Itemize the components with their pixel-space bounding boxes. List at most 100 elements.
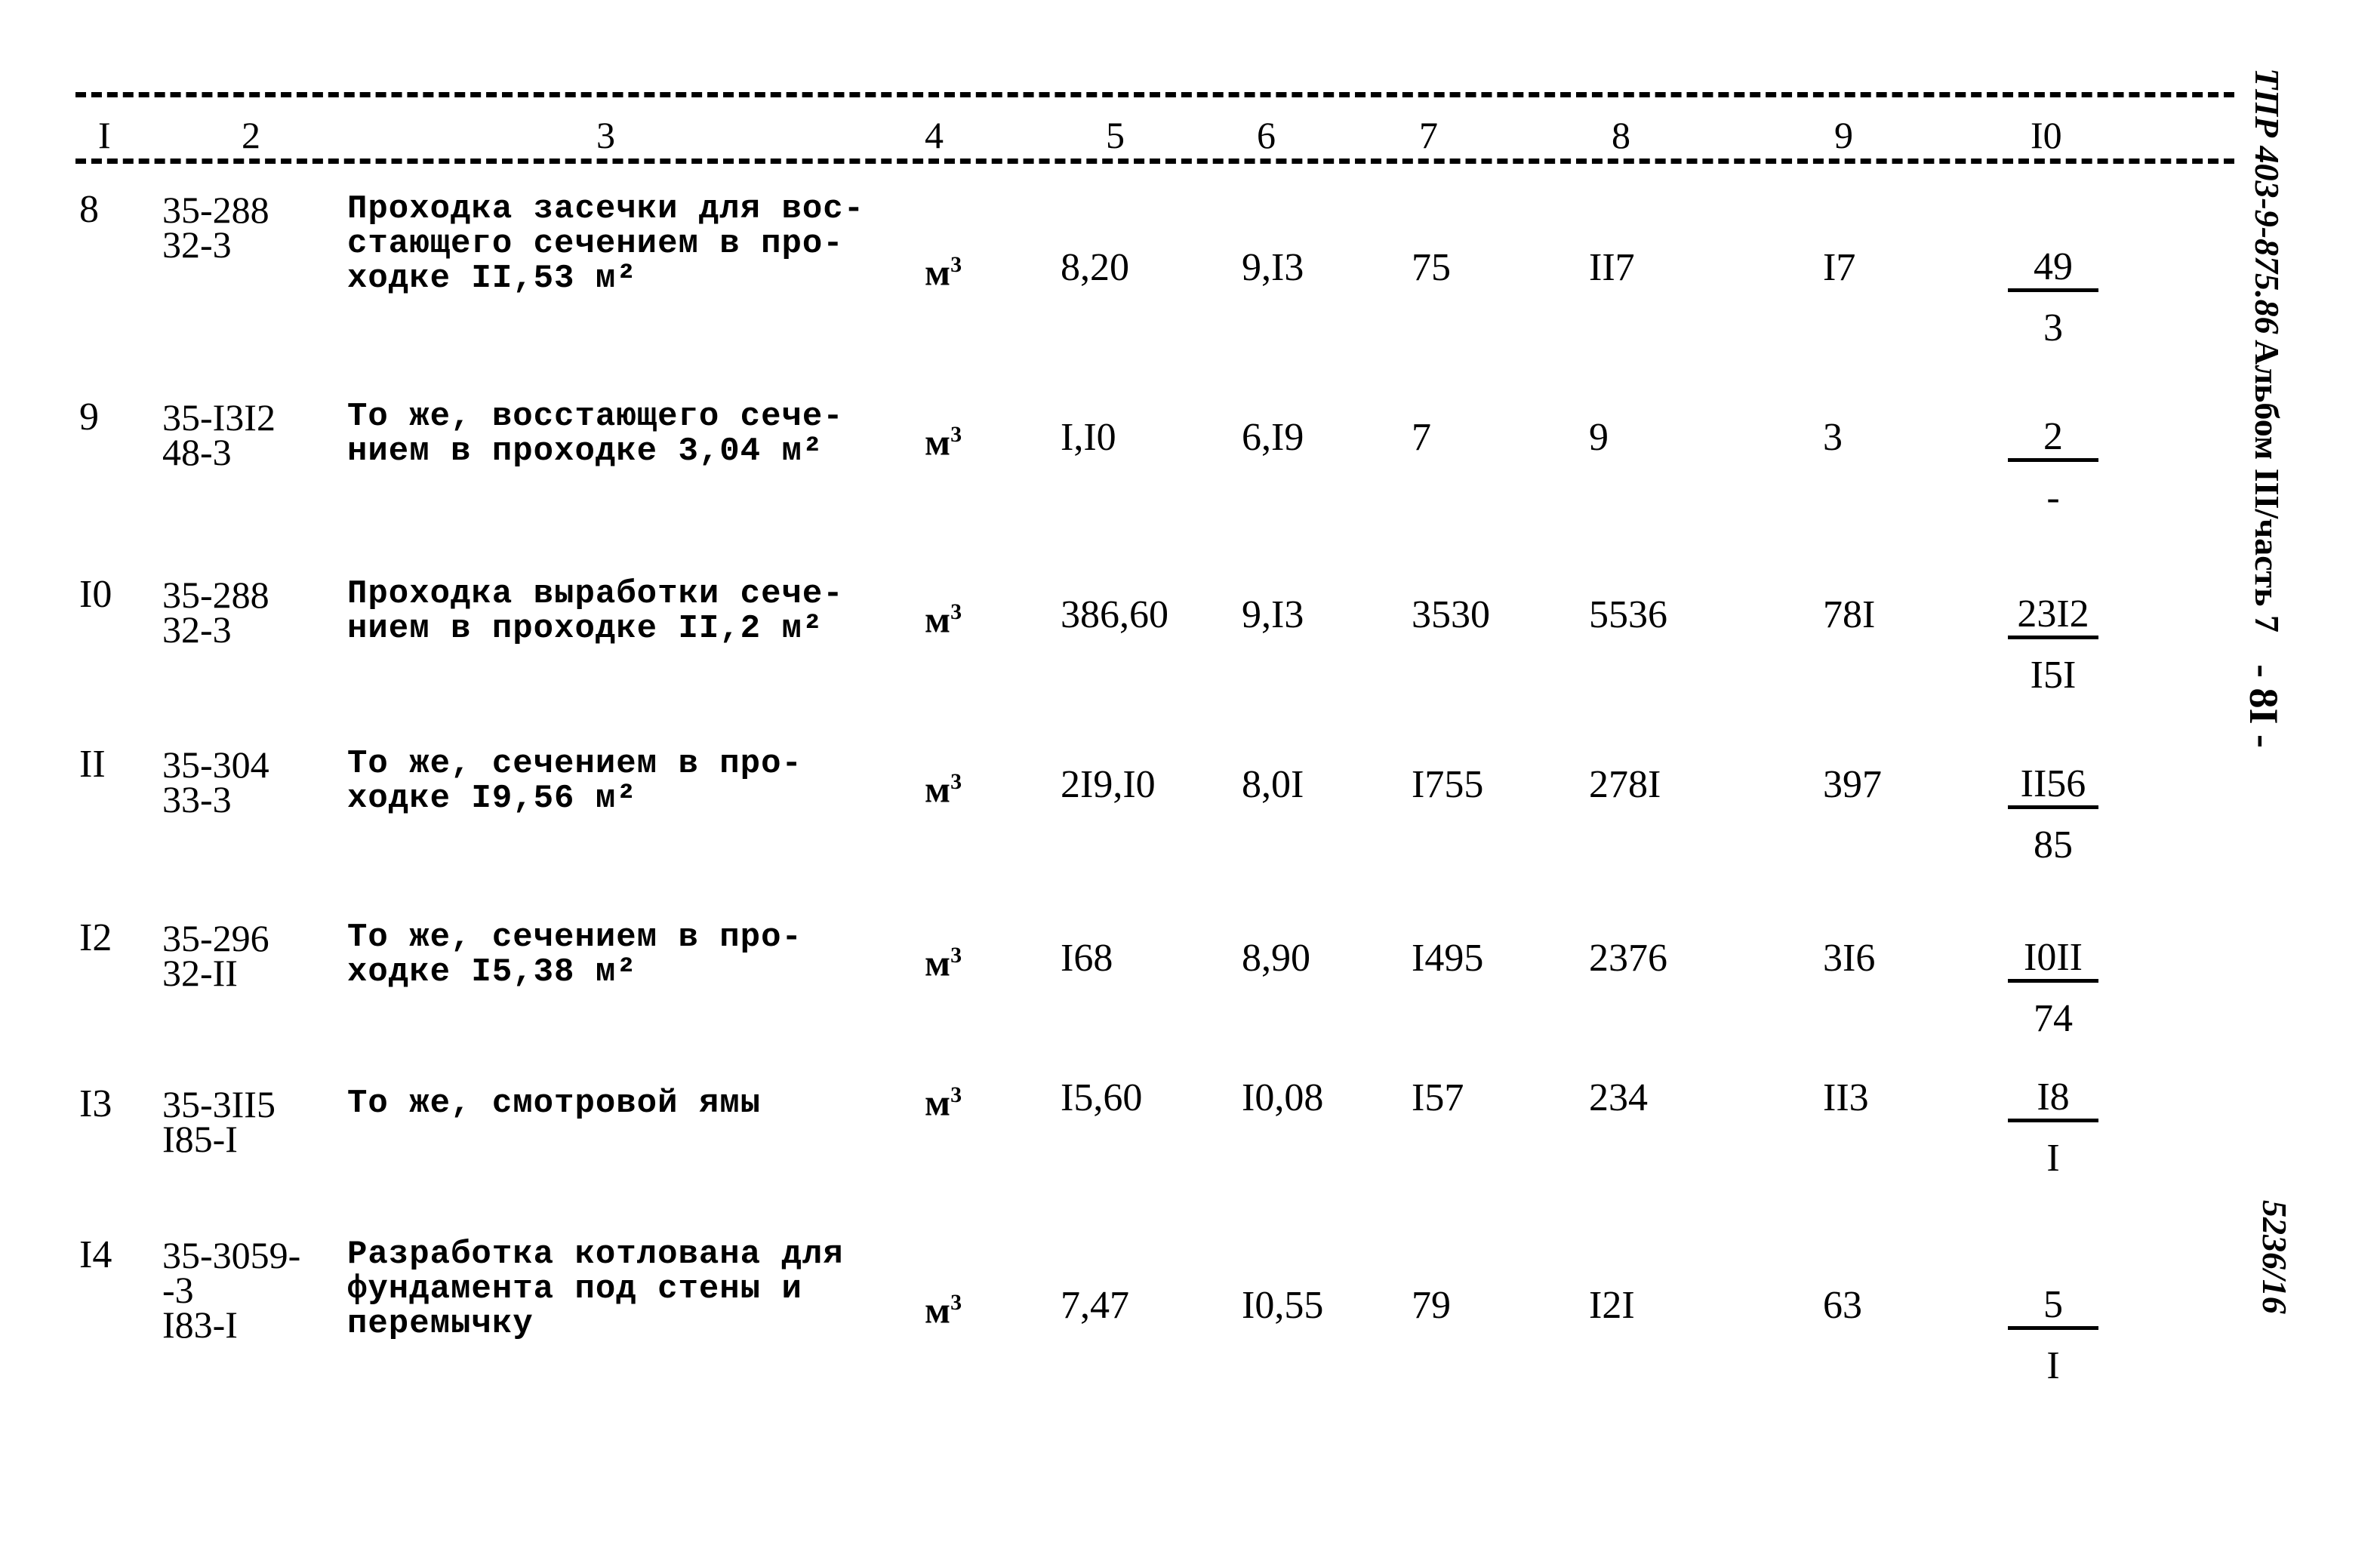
- row-number: I2: [79, 916, 112, 959]
- col7-value: I57: [1412, 1076, 1464, 1119]
- row-description: перемычку: [347, 1305, 534, 1343]
- header-col-5: 5: [1106, 114, 1125, 156]
- fraction-denominator: 85: [2034, 823, 2073, 866]
- fraction-numerator: II56: [2008, 763, 2098, 809]
- col8-value: 278I: [1589, 763, 1661, 806]
- col5-value: 8,20: [1061, 246, 1129, 289]
- row-code: 32-3: [162, 223, 232, 266]
- col10-fraction: I8 I: [2008, 1076, 2098, 1180]
- fraction-numerator: 23I2: [2008, 593, 2098, 639]
- row-description: нием в проходке 3,04 м²: [347, 432, 824, 470]
- row-description: Проходка выработки сече-: [347, 575, 844, 613]
- unit-base: м: [925, 251, 951, 294]
- fraction-denominator: I5I: [2030, 654, 2077, 697]
- col9-value: 63: [1823, 1284, 1862, 1327]
- col7-value: 3530: [1412, 593, 1490, 636]
- row-code: 35-I3I2: [162, 396, 276, 439]
- row-description: Разработка котлована для: [347, 1236, 844, 1273]
- fraction-numerator: 5: [2008, 1284, 2098, 1330]
- row-code: 32-3: [162, 608, 232, 651]
- unit-exponent: 3: [950, 943, 962, 968]
- col6-value: 9,I3: [1242, 593, 1304, 636]
- col5-value: I68: [1061, 937, 1113, 980]
- col7-value: 79: [1412, 1284, 1451, 1327]
- header-top-rule: [75, 92, 2234, 97]
- fraction-numerator: 49: [2008, 246, 2098, 292]
- row-description: нием в проходке II,2 м²: [347, 610, 824, 648]
- row-description: Проходка засечки для вос-: [347, 190, 865, 228]
- col6-value: 8,0I: [1242, 763, 1304, 806]
- row-number: 8: [79, 188, 99, 231]
- unit-exponent: 3: [950, 1290, 962, 1315]
- row-description: То же, сечением в про-: [347, 919, 802, 956]
- row-code: 35-288: [162, 189, 269, 231]
- header-col-2: 2: [242, 114, 260, 156]
- row-unit: м3: [925, 1078, 962, 1122]
- col6-value: 8,90: [1242, 937, 1310, 980]
- header-col-10: I0: [2031, 114, 2062, 156]
- unit-exponent: 3: [950, 422, 962, 447]
- fraction-denominator: I: [2046, 1344, 2060, 1387]
- col7-value: 7: [1412, 416, 1431, 459]
- unit-base: м: [925, 768, 951, 811]
- col7-value: I495: [1412, 937, 1484, 980]
- fraction-denominator: I: [2046, 1137, 2060, 1180]
- col6-value: 6,I9: [1242, 416, 1304, 459]
- col8-value: I2I: [1589, 1284, 1635, 1327]
- row-code: I83-I: [162, 1303, 238, 1346]
- col6-value: I0,08: [1242, 1076, 1324, 1119]
- col8-value: 234: [1589, 1076, 1648, 1119]
- col5-value: 386,60: [1061, 593, 1168, 636]
- row-unit: м3: [925, 417, 962, 463]
- row-number: 9: [79, 396, 99, 439]
- col9-value: 3I6: [1823, 937, 1876, 980]
- row-description: ходке I9,56 м²: [347, 780, 637, 817]
- header-col-7: 7: [1419, 114, 1438, 156]
- col9-value: I7: [1823, 246, 1856, 289]
- unit-base: м: [925, 1288, 951, 1331]
- header-col-8: 8: [1612, 114, 1630, 156]
- margin-album: Альбом III/часть 7: [2248, 340, 2286, 632]
- row-number: I4: [79, 1233, 112, 1276]
- fraction-denominator: 3: [2043, 306, 2063, 349]
- col8-value: 2376: [1589, 937, 1667, 980]
- unit-exponent: 3: [950, 769, 962, 794]
- row-code: 35-3059-: [162, 1234, 301, 1276]
- row-code: I85-I: [162, 1118, 238, 1160]
- unit-base: м: [925, 420, 951, 463]
- row-description: ходке II,53 м²: [347, 260, 637, 297]
- col9-value: 3: [1823, 416, 1843, 459]
- header-bottom-rule: [75, 159, 2234, 164]
- margin-page-number: - 8I -: [2241, 664, 2286, 748]
- row-description: То же, сечением в про-: [347, 745, 802, 783]
- row-code: 35-3II5: [162, 1083, 276, 1125]
- col5-value: I,I0: [1061, 416, 1116, 459]
- header-col-6: 6: [1257, 114, 1276, 156]
- unit-exponent: 3: [950, 599, 962, 624]
- row-unit: м3: [925, 938, 962, 982]
- col9-value: II3: [1823, 1076, 1869, 1119]
- row-code: 35-304: [162, 743, 269, 786]
- unit-base: м: [925, 1081, 951, 1124]
- row-description: То же, восстающего сече-: [347, 398, 844, 436]
- row-unit: м3: [925, 248, 962, 291]
- row-code: 33-3: [162, 778, 232, 820]
- col10-fraction: II56 85: [2008, 763, 2098, 866]
- col6-value: 9,I3: [1242, 246, 1304, 289]
- margin-stamp: 5236/16: [2255, 1200, 2294, 1314]
- row-description: фундамента под стены и: [347, 1270, 802, 1308]
- col5-value: 7,47: [1061, 1284, 1129, 1327]
- margin-doc-code: ТПР 403-9-875.86: [2248, 68, 2286, 334]
- col8-value: II7: [1589, 246, 1635, 289]
- col7-value: 75: [1412, 246, 1451, 289]
- row-code: -3: [162, 1269, 194, 1311]
- col10-fraction: 2-: [2008, 416, 2098, 519]
- fraction-numerator: I0II: [2008, 937, 2098, 983]
- header-col-9: 9: [1834, 114, 1853, 156]
- header-col-3: 3: [596, 114, 615, 156]
- col10-fraction: 23I2 I5I: [2008, 593, 2098, 697]
- row-code: 35-288: [162, 574, 269, 616]
- fraction-denominator: -: [2046, 476, 2060, 519]
- col7-value: I755: [1412, 763, 1484, 806]
- col10-fraction: 49 3: [2008, 246, 2098, 349]
